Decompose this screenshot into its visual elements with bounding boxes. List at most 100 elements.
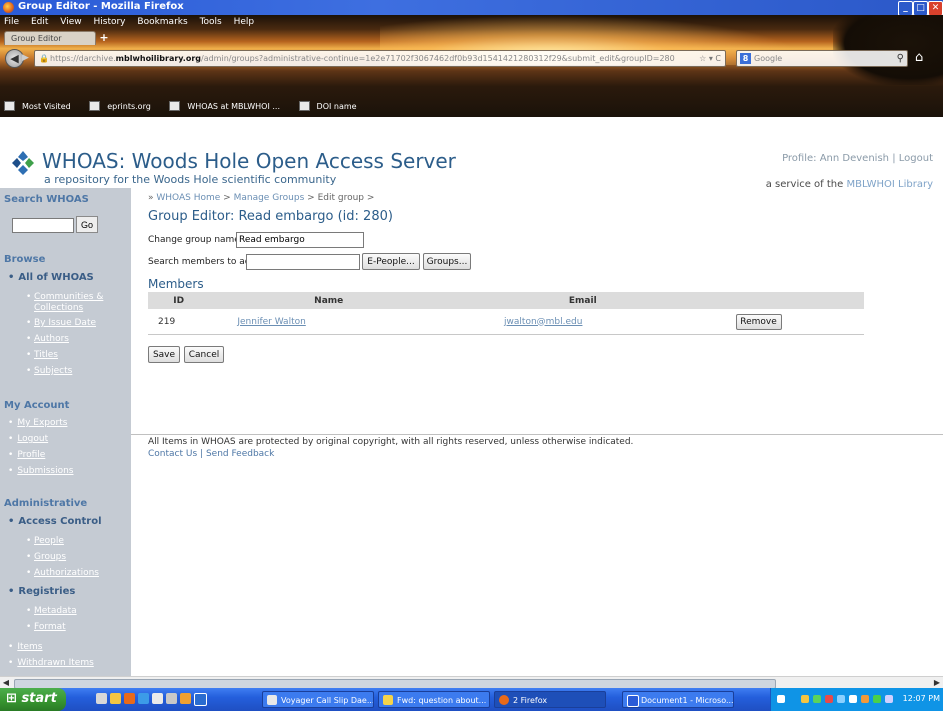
menu-file[interactable]: File [4,17,19,27]
breadcrumb-home[interactable]: WHOAS Home [156,193,220,203]
groups-button[interactable]: Groups... [423,253,471,270]
menu-help[interactable]: Help [234,17,255,27]
quicklaunch-icon[interactable] [166,693,177,704]
reload-icon[interactable]: ☆ ▾ C [699,51,721,66]
send-feedback-link[interactable]: Send Feedback [206,449,274,459]
page-title: Group Editor: Read embargo (id: 280) [148,209,393,224]
bookmark-label: WHOAS at MBLWHOI ... [187,101,280,111]
task-firefox[interactable]: 2 Firefox [494,691,606,708]
quicklaunch-icon[interactable] [110,693,121,704]
bookmark-whoas[interactable]: WHOAS at MBLWHOI ... [169,101,286,111]
remove-member-button[interactable]: Remove [735,313,782,330]
member-name-link[interactable]: Jennifer Walton [237,317,305,327]
authorizations-link[interactable]: • Authorizations [26,568,99,579]
firefox-quicklaunch-icon[interactable] [124,693,135,704]
sidebar-go-button[interactable]: Go [76,216,98,233]
close-button[interactable]: ✕ [928,1,943,16]
table-row: 219 Jennifer Walton jwalton@mbl.edu Remo… [148,309,864,335]
people-link[interactable]: • People [26,536,64,547]
contact-us-link[interactable]: Contact Us [148,449,197,459]
bookmark-doi[interactable]: DOI name [298,101,363,111]
member-email-link[interactable]: jwalton@mbl.edu [504,317,582,327]
browse-communities[interactable]: • Communities & Collections [26,292,124,314]
browse-heading: Browse [4,254,46,265]
save-button[interactable]: Save [148,346,180,363]
format-link[interactable]: • Format [26,622,66,633]
metadata-link[interactable]: • Metadata [26,606,77,617]
search-heading: Search WHOAS [4,194,89,205]
tray-icon[interactable] [813,695,821,703]
members-heading: Members [148,277,204,291]
quicklaunch-icon[interactable] [152,693,163,704]
tray-icon[interactable] [837,695,845,703]
whoas-logo-icon[interactable] [10,150,36,176]
task-label: Document1 - Microso... [641,696,734,705]
quicklaunch-icon[interactable] [96,693,107,704]
bookmark-eprints[interactable]: eprints.org [89,101,157,111]
menu-tools[interactable]: Tools [200,17,222,27]
items-link[interactable]: Items [8,642,42,652]
submissions-link[interactable]: Submissions [8,466,73,476]
task-fwd-question[interactable]: Fwd: question about... [378,691,490,708]
breadcrumb-sep: > [366,193,375,203]
tray-icon[interactable] [777,695,785,703]
sidebar-search-input[interactable] [12,218,74,233]
browse-link-label: Communities & Collections [34,292,104,313]
tray-icon[interactable] [873,695,881,703]
menu-edit[interactable]: Edit [31,17,48,27]
url-bar[interactable]: 🔒https://darchive.mblwhoilibrary.org/adm… [34,50,726,67]
browse-authors[interactable]: • Authors [26,334,69,345]
tray-icon[interactable] [825,695,833,703]
access-link-label: People [34,536,64,546]
tab-group-editor[interactable]: Group Editor [4,31,96,45]
search-engine-box[interactable]: 8 Google ⚲ [736,50,908,67]
menu-history[interactable]: History [93,17,125,27]
browse-titles[interactable]: • Titles [26,350,58,361]
logout-sidebar-link[interactable]: Logout [8,434,48,444]
menu-bar: File Edit View History Bookmarks Tools H… [4,17,263,27]
maximize-button[interactable]: □ [913,1,928,16]
menu-bookmarks[interactable]: Bookmarks [137,17,187,27]
bookmark-icon [298,101,310,111]
minimize-button[interactable]: _ [898,1,913,16]
withdrawn-items-link[interactable]: Withdrawn Items [8,658,93,668]
epeople-button[interactable]: E-People... [362,253,420,270]
library-link[interactable]: MBLWHOI Library [846,179,933,190]
browse-subjects[interactable]: • Subjects [26,366,72,377]
clock[interactable]: 12:07 PM [903,694,940,703]
word-icon [627,695,639,707]
registries: Registries [8,586,75,597]
tray-icon[interactable] [861,695,869,703]
group-name-input[interactable] [236,232,364,248]
quicklaunch-icon[interactable] [194,693,207,706]
breadcrumb-manage-groups[interactable]: Manage Groups [234,193,305,203]
site-title[interactable]: WHOAS: Woods Hole Open Access Server [42,149,456,173]
profile-link[interactable]: Profile: Ann Devenish [782,153,889,164]
search-icon[interactable]: ⚲ [897,51,904,66]
admin-heading: Administrative [4,498,88,509]
search-members-input[interactable] [246,254,360,270]
quicklaunch-icon[interactable] [180,693,191,704]
tray-icon[interactable] [885,695,893,703]
tray-icon[interactable] [801,695,809,703]
menu-view[interactable]: View [60,17,81,27]
start-button[interactable]: ⊞ start [0,688,66,711]
home-icon[interactable]: ⌂ [915,50,923,65]
logout-link[interactable]: Logout [899,153,933,164]
bookmark-most-visited[interactable]: Most Visited [4,101,77,111]
browse-link-label: Titles [34,350,58,360]
task-document1[interactable]: Document1 - Microso... [622,691,734,708]
new-tab-button[interactable]: + [96,32,112,45]
forward-arrow-icon[interactable]: ▶ [22,53,32,64]
cancel-button[interactable]: Cancel [184,346,224,363]
task-voyager[interactable]: Voyager Call Slip Dae... [262,691,374,708]
members-table: ID Name Email 219 Jennifer Walton jwalto… [148,292,864,335]
profile-sidebar-link[interactable]: Profile [8,450,45,460]
my-exports-link[interactable]: My Exports [8,418,67,428]
lock-icon: 🔒 [39,54,49,63]
ie-quicklaunch-icon[interactable] [138,693,149,704]
tray-icon[interactable] [849,695,857,703]
groups-link[interactable]: • Groups [26,552,66,563]
browse-by-issue-date[interactable]: • By Issue Date [26,318,96,329]
table-header-row: ID Name Email [148,292,864,309]
